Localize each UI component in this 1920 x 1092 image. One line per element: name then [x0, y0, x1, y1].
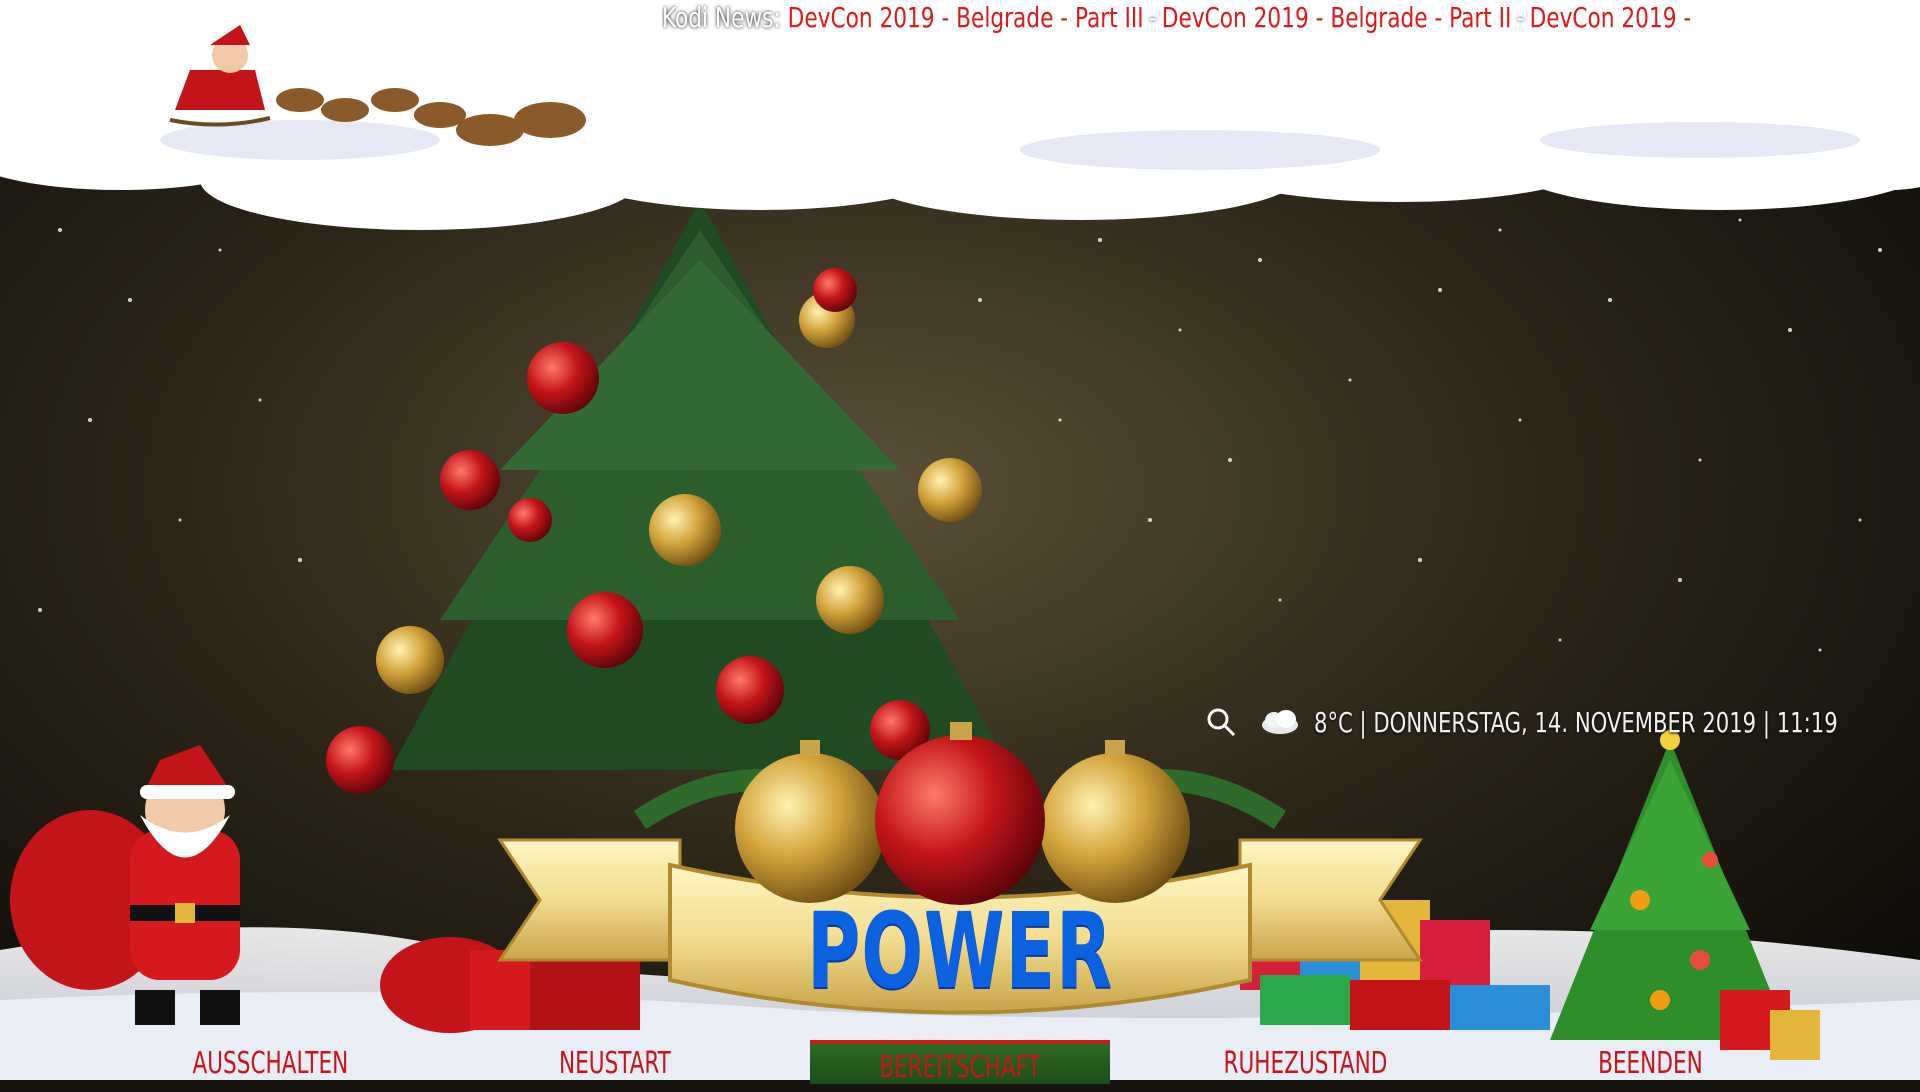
ticker-separator: -	[1148, 1, 1157, 34]
cloud-icon	[1262, 710, 1298, 734]
ticker-item[interactable]: DevCon 2019 - Belgrade - Part II	[1162, 1, 1512, 34]
menu-item-hibernate[interactable]: RUHEZUSTAND	[1190, 1040, 1420, 1081]
news-ticker: Kodi News: DevCon 2019 - Belgrade - Part…	[662, 0, 1694, 36]
menu-item-exit[interactable]: BEENDEN	[1560, 1040, 1740, 1081]
ticker-item[interactable]: DevCon 2019 - Belgrac	[1530, 1, 1694, 34]
menu-item-label: RUHEZUSTAND	[1223, 1046, 1387, 1081]
menu-item-reboot[interactable]: NEUSTART	[510, 1040, 720, 1081]
menu-item-standby[interactable]: BEREITSCHAFT	[810, 1040, 1110, 1085]
menu-item-shutdown[interactable]: AUSSCHALTEN	[150, 1040, 390, 1081]
ticker-item[interactable]: DevCon 2019 - Belgrade - Part III	[788, 1, 1144, 34]
status-text: 8°C | DONNERSTAG, 14. NOVEMBER 2019 | 11…	[1314, 705, 1838, 739]
menu-item-label: BEREITSCHAFT	[879, 1050, 1041, 1085]
rss-icon	[1869, 6, 1898, 35]
page-title: POWER	[806, 890, 1114, 1012]
search-icon[interactable]	[1206, 707, 1236, 737]
ticker-label: Kodi News:	[662, 1, 781, 34]
menu-item-label: AUSSCHALTEN	[192, 1046, 348, 1081]
power-menu: AUSSCHALTEN NEUSTART BEREITSCHAFT RUHEZU…	[0, 1040, 1920, 1085]
info-bar: 8°C | DONNERSTAG, 14. NOVEMBER 2019 | 11…	[1206, 702, 1920, 742]
menu-item-label: NEUSTART	[559, 1046, 671, 1081]
ticker-separator: -	[1516, 1, 1525, 34]
menu-item-label: BEENDEN	[1597, 1046, 1703, 1081]
